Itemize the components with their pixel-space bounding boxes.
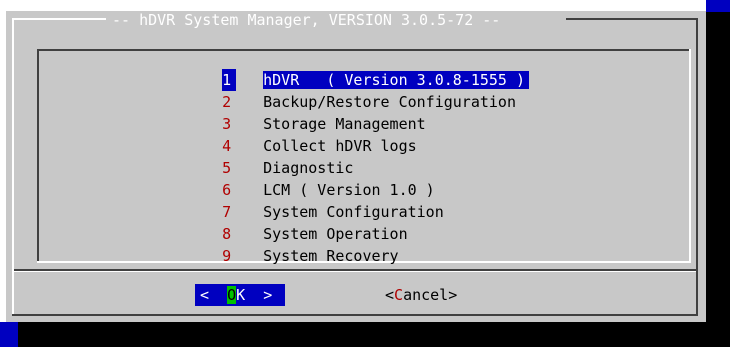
menu-item-system-configuration[interactable]: 7 System Configuration [186, 179, 444, 221]
menu-item-hdvr[interactable]: 1 hDVR ( Version 3.0.8-1555 ) [186, 47, 530, 91]
cancel-button-rest: ancel> [403, 286, 458, 304]
menu-item-label: System Recovery [263, 247, 399, 265]
menu-item-system-operation[interactable]: 8 System Operation [186, 201, 408, 243]
menu-item-collect-logs[interactable]: 4 Collect hDVR logs [186, 113, 417, 155]
menu-item-storage-management[interactable]: 3 Storage Management [186, 91, 426, 133]
ok-button-hotkey: O [227, 286, 237, 304]
ok-button[interactable]: < OK > [195, 284, 285, 306]
dialog-frame-right [696, 18, 698, 316]
menu-item-diagnostic[interactable]: 5 Diagnostic [186, 135, 353, 177]
terminal-corner-top-right [706, 0, 730, 12]
menu-box-border-left [37, 49, 39, 263]
menu-box-border-right [689, 49, 691, 263]
dialog-frame-bottom [12, 314, 698, 316]
cancel-button-hotkey: C [394, 286, 404, 304]
dialog-title: -- hDVR System Manager, VERSION 3.0.5-72… [112, 11, 501, 29]
button-separator-highlight [14, 271, 696, 272]
terminal-corner-bottom-left [0, 322, 18, 347]
button-bar: < OK > <Cancel> [0, 284, 730, 306]
dialog-frame-top-right [566, 18, 698, 20]
menu-item-system-recovery[interactable]: 9 System Recovery [186, 223, 398, 265]
ok-button-left: < [200, 286, 228, 304]
cancel-button[interactable]: <Cancel> [385, 284, 457, 306]
cancel-button-left: < [385, 286, 395, 304]
dialog-shadow-bottom [18, 322, 730, 347]
menu-item-backup-restore[interactable]: 2 Backup/Restore Configuration [186, 69, 516, 111]
menu-item-tag: 9 [222, 247, 232, 265]
menu-item-lcm[interactable]: 6 LCM ( Version 1.0 ) [186, 157, 435, 199]
system-manager-dialog: -- hDVR System Manager, VERSION 3.0.5-72… [6, 11, 706, 322]
ok-button-rest: K > [236, 286, 273, 304]
dialog-frame-top-left [12, 18, 106, 20]
